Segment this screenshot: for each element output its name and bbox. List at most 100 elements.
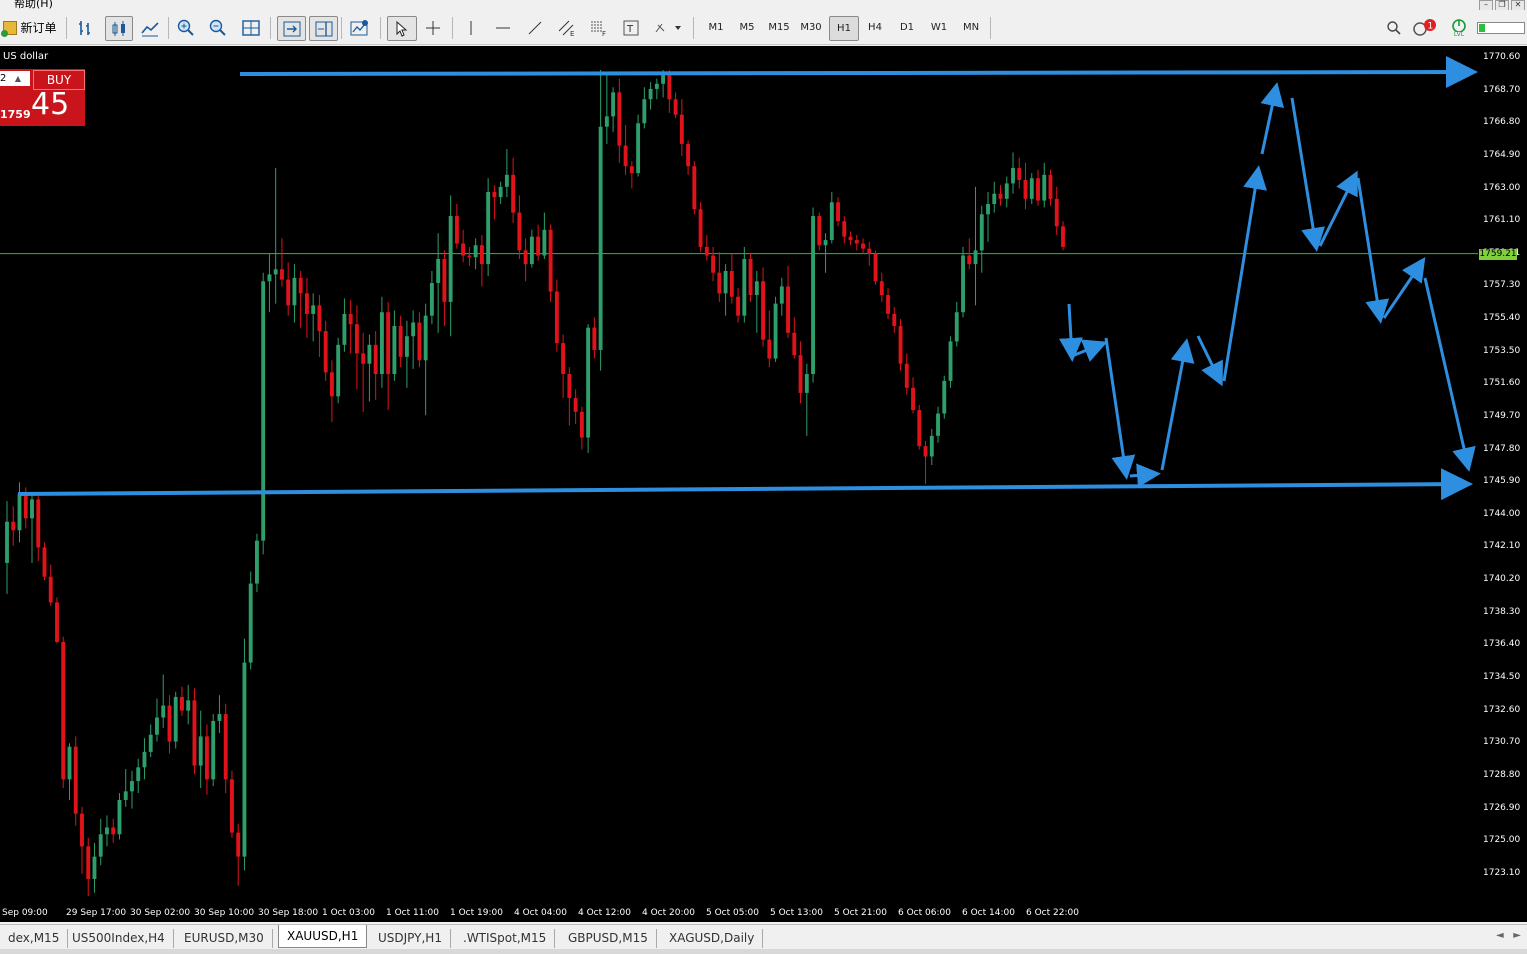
auto-scroll-button[interactable] (277, 16, 306, 41)
time-axis-label: 4 Oct 20:00 (642, 908, 695, 918)
candle-body (448, 216, 453, 302)
candle-body (292, 277, 297, 306)
zoom-out-button[interactable] (206, 16, 230, 39)
chart-tab[interactable]: GBPUSD,M15 (560, 929, 657, 948)
candle-body (879, 281, 884, 296)
zoom-out-icon (209, 19, 226, 36)
candle-body (961, 255, 965, 313)
chart-area[interactable]: US dollar 2 ▲ BUY 1759 45 (0, 46, 1478, 903)
candle-body (554, 291, 559, 344)
time-axis-label: 30 Sep 18:00 (258, 908, 319, 918)
restore-icon[interactable]: ❐ (1495, 0, 1509, 10)
scroll-left-icon[interactable]: ◄ (1496, 930, 1504, 941)
price-axis-label: 1738.30 (1483, 606, 1521, 617)
chart-shift-button[interactable] (309, 16, 338, 41)
new-order-button[interactable]: 新订单 (0, 16, 60, 39)
shapes-dropdown-button[interactable] (650, 16, 686, 39)
notifications-button[interactable]: 1 (1411, 16, 1441, 39)
text-tool-button[interactable]: T (619, 16, 643, 39)
candle-body (967, 255, 972, 265)
tab-scroll-arrows[interactable]: ◄ ► (1496, 930, 1521, 941)
price-axis-label: 1732.60 (1483, 704, 1521, 715)
line-chart-button[interactable] (138, 16, 162, 39)
price-axis-label: 1744.00 (1483, 508, 1521, 519)
time-axis-label: 6 Oct 22:00 (1026, 908, 1079, 918)
cursor-icon (396, 20, 408, 37)
horizontal-line-button[interactable] (492, 16, 514, 39)
zoom-in-button[interactable] (174, 16, 198, 39)
candle-body (811, 216, 815, 375)
candle-body (823, 240, 828, 246)
chart-tab[interactable]: EURUSD,M30 (176, 929, 273, 948)
tile-windows-button[interactable] (239, 16, 263, 39)
candle-body (373, 344, 378, 375)
time-axis-label: 1 Oct 03:00 (322, 908, 375, 918)
candle-body (817, 216, 822, 246)
channel-icon: E (558, 20, 574, 37)
chart-tab[interactable]: USDJPY,H1 (370, 929, 451, 948)
timeframe-mn-button[interactable]: MN (957, 16, 985, 39)
chart-tab[interactable]: XAGUSD,Daily (661, 929, 764, 948)
svg-text:T: T (626, 24, 634, 35)
candle-body (898, 325, 903, 364)
chart-tab[interactable]: US500Index,H4 (64, 929, 174, 948)
cursor-tool-button[interactable] (387, 16, 417, 41)
candle-body (692, 166, 697, 210)
close-icon[interactable]: ✕ (1511, 0, 1525, 10)
candle-body (604, 116, 609, 127)
vertical-line-button[interactable] (460, 16, 482, 39)
price-axis-label: 1740.20 (1483, 574, 1521, 585)
candle-body (829, 202, 834, 241)
price-axis-label: 1728.80 (1483, 769, 1521, 780)
candle-body (98, 834, 103, 857)
window-controls: – ❐ ✕ (1479, 0, 1525, 10)
chart-tab[interactable]: .WTISpot,M15 (455, 929, 556, 948)
tile-windows-icon (242, 19, 260, 36)
bar-chart-button[interactable] (74, 16, 98, 39)
candle-body (892, 313, 897, 326)
chart-tab[interactable]: XAUUSD,H1 (278, 925, 368, 948)
candle-body (704, 246, 709, 256)
candle-body (217, 714, 222, 721)
timeframe-m5-button[interactable]: M5 (733, 16, 761, 39)
timeframe-m1-button[interactable]: M1 (702, 16, 730, 39)
candlestick-chart-button[interactable] (105, 16, 133, 41)
candle-body (711, 255, 716, 273)
candle-body (136, 767, 141, 782)
lot-spin-up-icon[interactable]: ▲ (9, 72, 27, 85)
candle-body (429, 283, 434, 316)
candle-body (1061, 226, 1065, 247)
candle-body (523, 250, 528, 265)
candle-body (1048, 174, 1053, 199)
candle-body (304, 293, 309, 314)
menu-help[interactable]: 帮助(H) (14, 0, 53, 10)
candle-body (923, 446, 928, 457)
crosshair-button[interactable] (420, 16, 446, 39)
candle-body (698, 209, 703, 247)
trendline-button[interactable] (524, 16, 546, 39)
timeframe-h1-button[interactable]: H1 (829, 16, 859, 41)
candle-body (973, 250, 978, 265)
candle-body (354, 324, 359, 354)
candle-body (486, 191, 491, 265)
timeframe-w1-button[interactable]: W1 (925, 16, 953, 39)
candle-body (592, 327, 597, 350)
equidistant-channel-button[interactable]: E (555, 16, 579, 39)
minimize-icon[interactable]: – (1479, 0, 1493, 10)
timeframe-m30-button[interactable]: M30 (797, 16, 825, 39)
indicators-button[interactable] (347, 16, 373, 39)
fibonacci-button[interactable]: F (587, 16, 611, 39)
candle-body (942, 380, 947, 414)
status-bar (0, 949, 1527, 954)
candle-body (348, 313, 353, 325)
chart-tab[interactable]: dex,M15 (0, 929, 69, 948)
time-axis-label: 1 Oct 11:00 (386, 908, 439, 918)
search-button[interactable] (1383, 16, 1405, 39)
scroll-right-icon[interactable]: ► (1513, 930, 1521, 941)
candle-body (886, 295, 890, 314)
candle-body (236, 832, 241, 857)
projection-arrow (1260, 82, 1285, 155)
timeframe-m15-button[interactable]: M15 (765, 16, 793, 39)
timeframe-h4-button[interactable]: H4 (861, 16, 889, 39)
timeframe-d1-button[interactable]: D1 (893, 16, 921, 39)
